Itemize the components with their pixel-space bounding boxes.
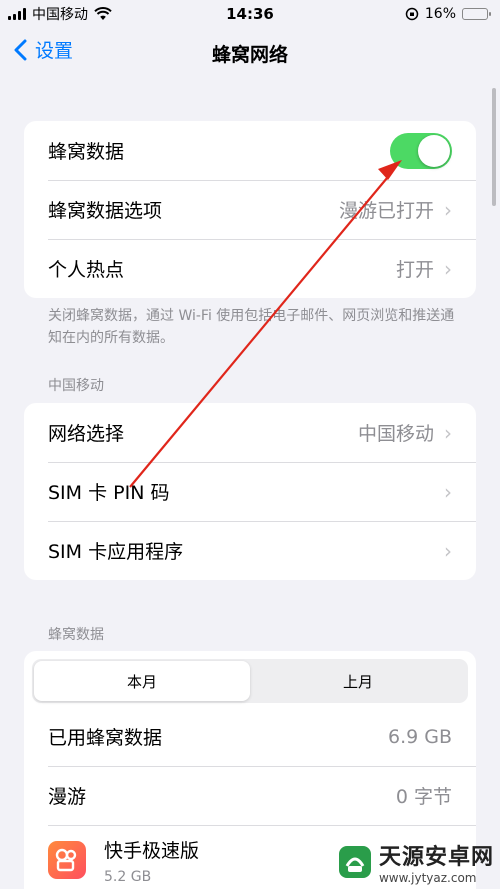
- chevron-right-icon: ›: [444, 197, 452, 222]
- status-left: 中国移动: [8, 4, 112, 24]
- sim-pin-row[interactable]: SIM 卡 PIN 码 ›: [24, 462, 476, 521]
- wifi-icon: [94, 7, 112, 20]
- chevron-right-icon: ›: [444, 420, 452, 445]
- watermark-title: 天源安卓网: [378, 845, 494, 870]
- chevron-right-icon: ›: [444, 538, 452, 563]
- usage-section-header: 蜂窝数据: [48, 627, 104, 643]
- network-selection-value: 中国移动: [357, 423, 434, 445]
- battery-percent: 16%: [424, 6, 456, 22]
- signal-icon: [8, 8, 26, 20]
- roaming-label: 漫游: [48, 786, 87, 808]
- status-bar: 中国移动 14:36 16%: [0, 0, 500, 28]
- tab-this-month[interactable]: 本月: [34, 661, 250, 701]
- sim-apps-row[interactable]: SIM 卡应用程序 ›: [24, 521, 476, 580]
- personal-hotspot-value: 打开: [395, 259, 434, 281]
- kuaishou-icon: [48, 841, 86, 879]
- used-data-row: 已用蜂窝数据 6.9 GB: [24, 707, 476, 766]
- network-selection-row[interactable]: 网络选择 中国移动 ›: [24, 403, 476, 462]
- watermark: 天源安卓网 www.jytyaz.com: [337, 839, 494, 885]
- page-title: 蜂窝网络: [211, 44, 288, 66]
- cellular-group: 蜂窝数据 蜂窝数据选项 漫游已打开 › 个人热点 打开 ›: [24, 121, 476, 298]
- cellular-data-toggle[interactable]: [390, 132, 452, 169]
- cellular-data-row: 蜂窝数据: [24, 121, 476, 180]
- navigation-bar: 设置 蜂窝网络: [0, 30, 500, 74]
- personal-hotspot-label: 个人热点: [48, 259, 125, 281]
- sim-pin-label: SIM 卡 PIN 码: [48, 482, 170, 504]
- personal-hotspot-row[interactable]: 个人热点 打开 ›: [24, 239, 476, 298]
- used-data-label: 已用蜂窝数据: [48, 727, 163, 749]
- toggle-knob: [418, 134, 450, 167]
- cellular-footnote: 关闭蜂窝数据，通过 Wi-Fi 使用包括电子邮件、网页浏览和推送通知在内的所有数…: [48, 308, 455, 346]
- carrier-group: 网络选择 中国移动 › SIM 卡 PIN 码 › SIM 卡应用程序 ›: [24, 403, 476, 580]
- carrier-section-header: 中国移动: [48, 378, 104, 394]
- cellular-data-options-label: 蜂窝数据选项: [48, 200, 163, 222]
- app-name: 快手极速版: [104, 839, 200, 862]
- network-selection-label: 网络选择: [48, 423, 125, 445]
- cellular-data-label: 蜂窝数据: [48, 141, 125, 163]
- period-segmented-control: 本月 上月: [32, 659, 468, 703]
- watermark-url: www.jytyaz.com: [378, 871, 477, 885]
- carrier-name: 中国移动: [32, 7, 88, 23]
- roaming-value: 0 字节: [395, 786, 452, 808]
- used-data-value: 6.9 GB: [387, 725, 452, 748]
- kuaishou-glyph: [55, 848, 77, 872]
- chevron-right-icon: ›: [444, 479, 452, 504]
- roaming-row: 漫游 0 字节: [24, 766, 476, 825]
- status-right: 16%: [405, 6, 491, 22]
- watermark-logo-icon: [338, 846, 371, 878]
- cellular-data-options-row[interactable]: 蜂窝数据选项 漫游已打开 ›: [24, 180, 476, 239]
- sim-apps-label: SIM 卡应用程序: [48, 541, 184, 563]
- battery-icon: [462, 8, 491, 20]
- app-data-size: 5.2 GB: [104, 868, 152, 885]
- orientation-lock-icon: [405, 7, 419, 21]
- cellular-data-options-value: 漫游已打开: [338, 200, 434, 222]
- scrollbar[interactable]: [492, 88, 496, 206]
- tab-last-month[interactable]: 上月: [250, 661, 466, 701]
- chevron-right-icon: ›: [444, 256, 452, 281]
